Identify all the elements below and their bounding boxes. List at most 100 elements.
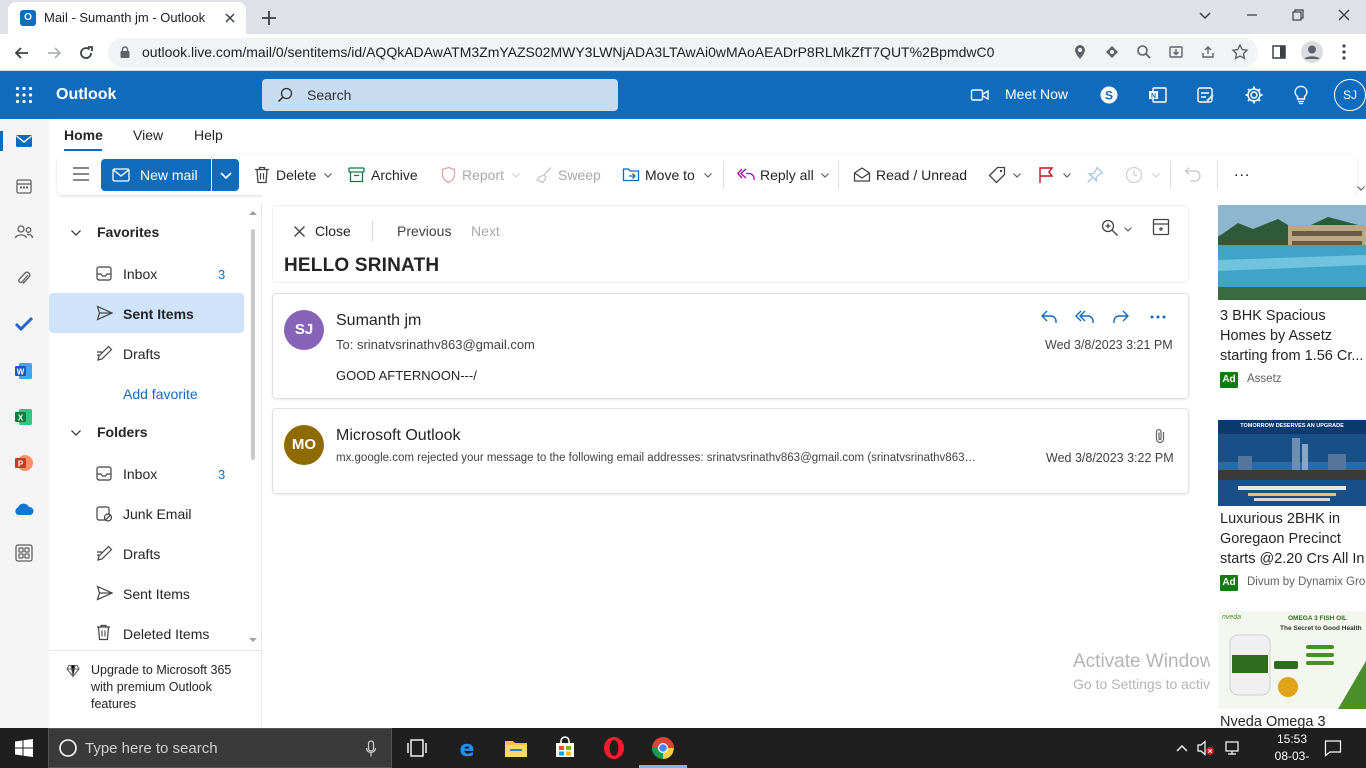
tray-chevron-up-icon[interactable] [1175,742,1189,754]
more-apps-icon[interactable] [15,544,33,562]
bookmark-star-icon[interactable] [1231,43,1249,61]
more-actions-icon[interactable] [1150,315,1166,319]
open-in-new-window-icon[interactable] [1152,218,1170,236]
taskbar-clock[interactable]: 15:53 08-03-2023 [1262,731,1322,768]
people-icon[interactable] [14,224,34,240]
my-day-icon[interactable] [1196,86,1216,104]
ribbon-expand-chevron-icon[interactable] [1356,183,1366,193]
ad-source[interactable]: Divum by Dynamix Gro... [1247,576,1366,588]
tab-close-icon[interactable] [222,10,238,26]
powerpoint-icon[interactable]: P [14,453,34,473]
flag-icon[interactable] [1038,166,1054,184]
tab-view[interactable]: View [133,127,163,143]
zoom-search-icon[interactable] [1136,44,1152,60]
scroll-up-icon[interactable] [248,209,258,217]
scroll-down-icon[interactable] [248,636,258,644]
new-tab-icon[interactable] [258,7,280,29]
extension-diamond-icon[interactable] [1104,44,1120,60]
taskbar-search-box[interactable]: Type here to search [48,728,392,768]
reload-icon[interactable] [76,43,96,63]
favorite-drafts[interactable]: Drafts [123,346,160,362]
reply-all-button[interactable]: Reply all [760,167,814,183]
zoom-dropdown-chevron-icon[interactable] [1123,224,1133,234]
skype-icon[interactable]: S [1100,86,1118,104]
location-pin-icon[interactable] [1072,44,1088,60]
folder-sent-items[interactable]: Sent Items [123,586,190,602]
file-explorer-icon[interactable] [504,736,528,760]
add-favorite-link[interactable]: Add favorite [123,386,198,402]
tab-home[interactable]: Home [64,127,103,143]
mail-icon[interactable] [15,133,33,149]
move-to-folder-icon[interactable] [622,166,640,183]
more-options-button[interactable]: ... [1234,163,1250,181]
speaker-muted-icon[interactable] [1197,740,1215,756]
lightbulb-tips-icon[interactable] [1293,85,1309,105]
sender-avatar[interactable]: MO [284,425,324,465]
move-dropdown-chevron-icon[interactable] [703,170,713,180]
search-input[interactable]: Search [262,79,618,111]
close-icon[interactable] [293,225,306,238]
sender-name[interactable]: Sumanth jm [336,312,421,330]
folders-collapse-chevron-icon[interactable] [70,428,82,438]
minimize-icon[interactable] [1243,6,1261,24]
reply-icon[interactable] [1040,309,1058,325]
categorize-tag-icon[interactable] [988,166,1006,184]
forward-arrow-icon[interactable] [44,43,64,63]
move-to-button[interactable]: Move to [645,167,695,183]
favorites-header[interactable]: Favorites [97,224,159,240]
ad-image-skyline[interactable]: TOMORROW DESERVES AN UPGRADE [1218,408,1366,506]
folder-junk-email[interactable]: Junk Email [123,506,191,522]
video-camera-icon[interactable] [970,86,990,104]
side-panel-icon[interactable] [1271,44,1287,60]
upgrade-premium-link[interactable]: Upgrade to Microsoft 365 with premium Ou… [91,662,241,713]
new-mail-dropdown[interactable] [212,159,239,191]
window-close-icon[interactable] [1335,6,1353,24]
microphone-icon[interactable] [365,740,377,758]
tab-help[interactable]: Help [194,127,223,143]
read-unread-button[interactable]: Read / Unread [876,167,967,183]
meet-now-button[interactable]: Meet Now [1005,86,1068,102]
favorites-collapse-chevron-icon[interactable] [70,228,82,238]
zoom-icon[interactable] [1101,219,1119,237]
todo-check-icon[interactable] [14,316,34,332]
reply-dropdown-chevron-icon[interactable] [820,170,830,180]
microsoft-store-icon[interactable] [553,736,577,760]
account-avatar[interactable]: SJ [1334,79,1366,111]
chrome-browser-icon[interactable] [651,736,675,760]
folder-pane-scrollbar[interactable] [251,229,255,460]
folders-header[interactable]: Folders [97,424,148,440]
onenote-feed-icon[interactable]: N [1148,86,1168,104]
browser-tab[interactable]: O Mail - Sumanth jm - Outlook [8,2,246,34]
browser-menu-icon[interactable] [1336,43,1352,61]
notification-center-icon[interactable] [1324,739,1342,757]
calendar-icon[interactable] [16,178,32,194]
reply-all-icon[interactable] [737,167,755,182]
folder-inbox[interactable]: Inbox [123,466,157,482]
opera-browser-icon[interactable] [602,736,626,760]
folder-deleted-items[interactable]: Deleted Items [123,626,209,642]
ad-image-resort-pool[interactable] [1218,205,1366,300]
url-text[interactable]: outlook.live.com/mail/0/sentitems/id/AQQ… [142,44,994,60]
restore-icon[interactable] [1289,6,1307,24]
settings-gear-icon[interactable] [1244,85,1264,105]
share-icon[interactable] [1200,44,1216,60]
new-mail-button[interactable]: New mail [101,159,211,191]
tab-search-chevron-icon[interactable] [1196,6,1214,24]
previous-button[interactable]: Previous [397,223,451,239]
reply-all-icon[interactable] [1075,309,1095,325]
read-unread-envelope-icon[interactable] [853,166,871,183]
outlook-brand[interactable]: Outlook [56,86,116,104]
archive-icon[interactable] [348,167,365,183]
delete-dropdown-chevron-icon[interactable] [323,170,333,180]
onedrive-cloud-icon[interactable] [13,501,35,517]
excel-icon[interactable]: X [14,407,34,427]
ad-source[interactable]: Assetz [1247,373,1282,385]
delete-button[interactable]: Delete [276,167,316,183]
lock-icon[interactable] [118,45,132,59]
sender-name[interactable]: Microsoft Outlook [336,427,460,445]
archive-button[interactable]: Archive [371,167,418,183]
ad-title[interactable]: 3 BHK Spacious Homes by Assetz starting … [1220,306,1366,366]
ad-title[interactable]: Luxurious 2BHK in Goregaon Precinct star… [1220,509,1366,569]
attachment-paperclip-icon[interactable] [17,270,31,288]
flag-dropdown-chevron-icon[interactable] [1062,170,1072,180]
